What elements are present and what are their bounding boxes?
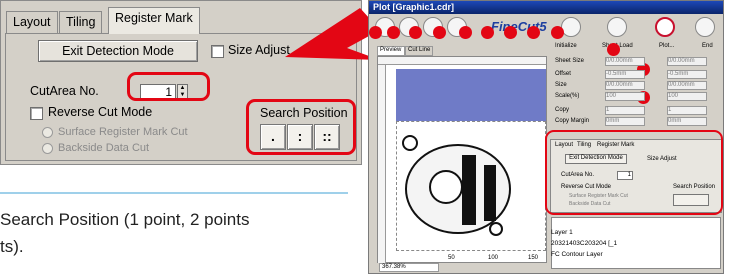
end-icon[interactable] — [695, 17, 715, 37]
tab-layout[interactable]: Layout — [6, 11, 58, 33]
sheet-load-icon[interactable] — [607, 17, 627, 37]
field-value-copy[interactable]: 1 — [605, 106, 645, 115]
exit-detection-mode-button[interactable]: Exit Detection Mode — [38, 40, 198, 62]
plot-window-screenshot: Plot [Graphic1.cdr] FineCut5 Initialize … — [368, 0, 724, 274]
field-label-scale: Scale(%) — [555, 93, 580, 99]
field-value-copy-2[interactable]: 1 — [667, 106, 707, 115]
caption-divider — [0, 192, 348, 194]
cutarea-label: CutArea No. — [30, 84, 99, 98]
caption-line-2: ts). — [0, 237, 24, 256]
field-label-offset: Offset — [555, 71, 571, 77]
marker-dot — [387, 26, 400, 39]
field-label-copy: Copy — [555, 107, 570, 113]
plot-label: Plot... — [659, 43, 675, 49]
field-value-scale[interactable]: 100 — [605, 92, 645, 101]
size-adjust-checkbox[interactable] — [211, 45, 224, 58]
reverse-cut-label: Reverse Cut Mode — [48, 105, 153, 119]
marker-dot — [504, 26, 517, 39]
ruler-100: 100 — [488, 255, 499, 261]
field-value-sheet-size[interactable]: 0/0.00mm — [605, 57, 645, 66]
reverse-cut-checkbox[interactable] — [30, 107, 43, 120]
field-value-scale-2[interactable]: 100 — [667, 92, 707, 101]
field-label-copy-margin: Copy Margin — [555, 118, 590, 124]
field-value-sheet-size-2[interactable]: 0/0.00mm — [667, 57, 707, 66]
field-value-size[interactable]: 0/0.00mm — [605, 81, 645, 90]
zoom-level-field[interactable]: 367.38% — [379, 263, 439, 272]
caption-line-1: Search Position (1 point, 2 points — [0, 210, 250, 229]
backside-data-radio[interactable] — [42, 143, 53, 154]
tab-preview[interactable]: Preview — [377, 46, 405, 56]
caption: Search Position (1 point, 2 points ts). — [0, 206, 249, 260]
tab-register-mark[interactable]: Register Mark — [108, 7, 200, 34]
window-title: Plot [Graphic1.cdr] — [369, 1, 723, 14]
cutarea-highlight — [127, 72, 210, 101]
marker-dot — [433, 26, 446, 39]
initialize-icon[interactable] — [561, 17, 581, 37]
field-value-copy-margin[interactable]: 0mm — [605, 117, 645, 126]
layer-row-3[interactable]: FC Contour Layer — [551, 251, 711, 260]
red-pointer-arrow — [285, 8, 380, 60]
top-ruler — [378, 57, 546, 65]
marker-dot — [527, 26, 540, 39]
tab-tiling[interactable]: Tiling — [59, 11, 103, 33]
cartoon-graphic — [402, 135, 511, 236]
marker-dot — [607, 43, 620, 56]
field-value-copy-margin-2[interactable]: 0mm — [667, 117, 707, 126]
initialize-label: Initialize — [555, 43, 577, 49]
field-label-size: Size — [555, 82, 567, 88]
layer-row-1[interactable]: Layer 1 — [551, 229, 711, 238]
plot-icon[interactable] — [655, 17, 675, 37]
mini-panel-highlight — [545, 130, 723, 215]
layer-row-2[interactable]: 20321403C203204 [_1 — [551, 240, 711, 249]
end-label: End — [702, 43, 713, 49]
field-label-sheet-size: Sheet Size — [555, 58, 585, 64]
ruler-150: 150 — [528, 255, 539, 261]
field-value-offset[interactable]: -0.5mm — [605, 70, 645, 79]
marker-dot — [369, 26, 382, 39]
ruler-50: 50 — [448, 255, 455, 261]
side-ruler — [378, 65, 386, 263]
backside-data-label: Backside Data Cut — [58, 142, 150, 154]
sheet-header-block — [396, 69, 546, 121]
tab-cut-line[interactable]: Cut Line — [405, 46, 433, 56]
size-adjust-label: Size Adjust — [228, 43, 290, 57]
surface-register-radio[interactable] — [42, 127, 53, 138]
field-value-offset-2[interactable]: -0.5mm — [667, 70, 707, 79]
field-value-size-2[interactable]: 0/0.00mm — [667, 81, 707, 90]
marker-dot — [459, 26, 472, 39]
surface-register-label: Surface Register Mark Cut — [58, 126, 188, 138]
marker-dot — [551, 26, 564, 39]
preview-area[interactable]: 50 100 150 — [377, 56, 547, 263]
marker-dot — [481, 26, 494, 39]
marker-dot — [409, 26, 422, 39]
